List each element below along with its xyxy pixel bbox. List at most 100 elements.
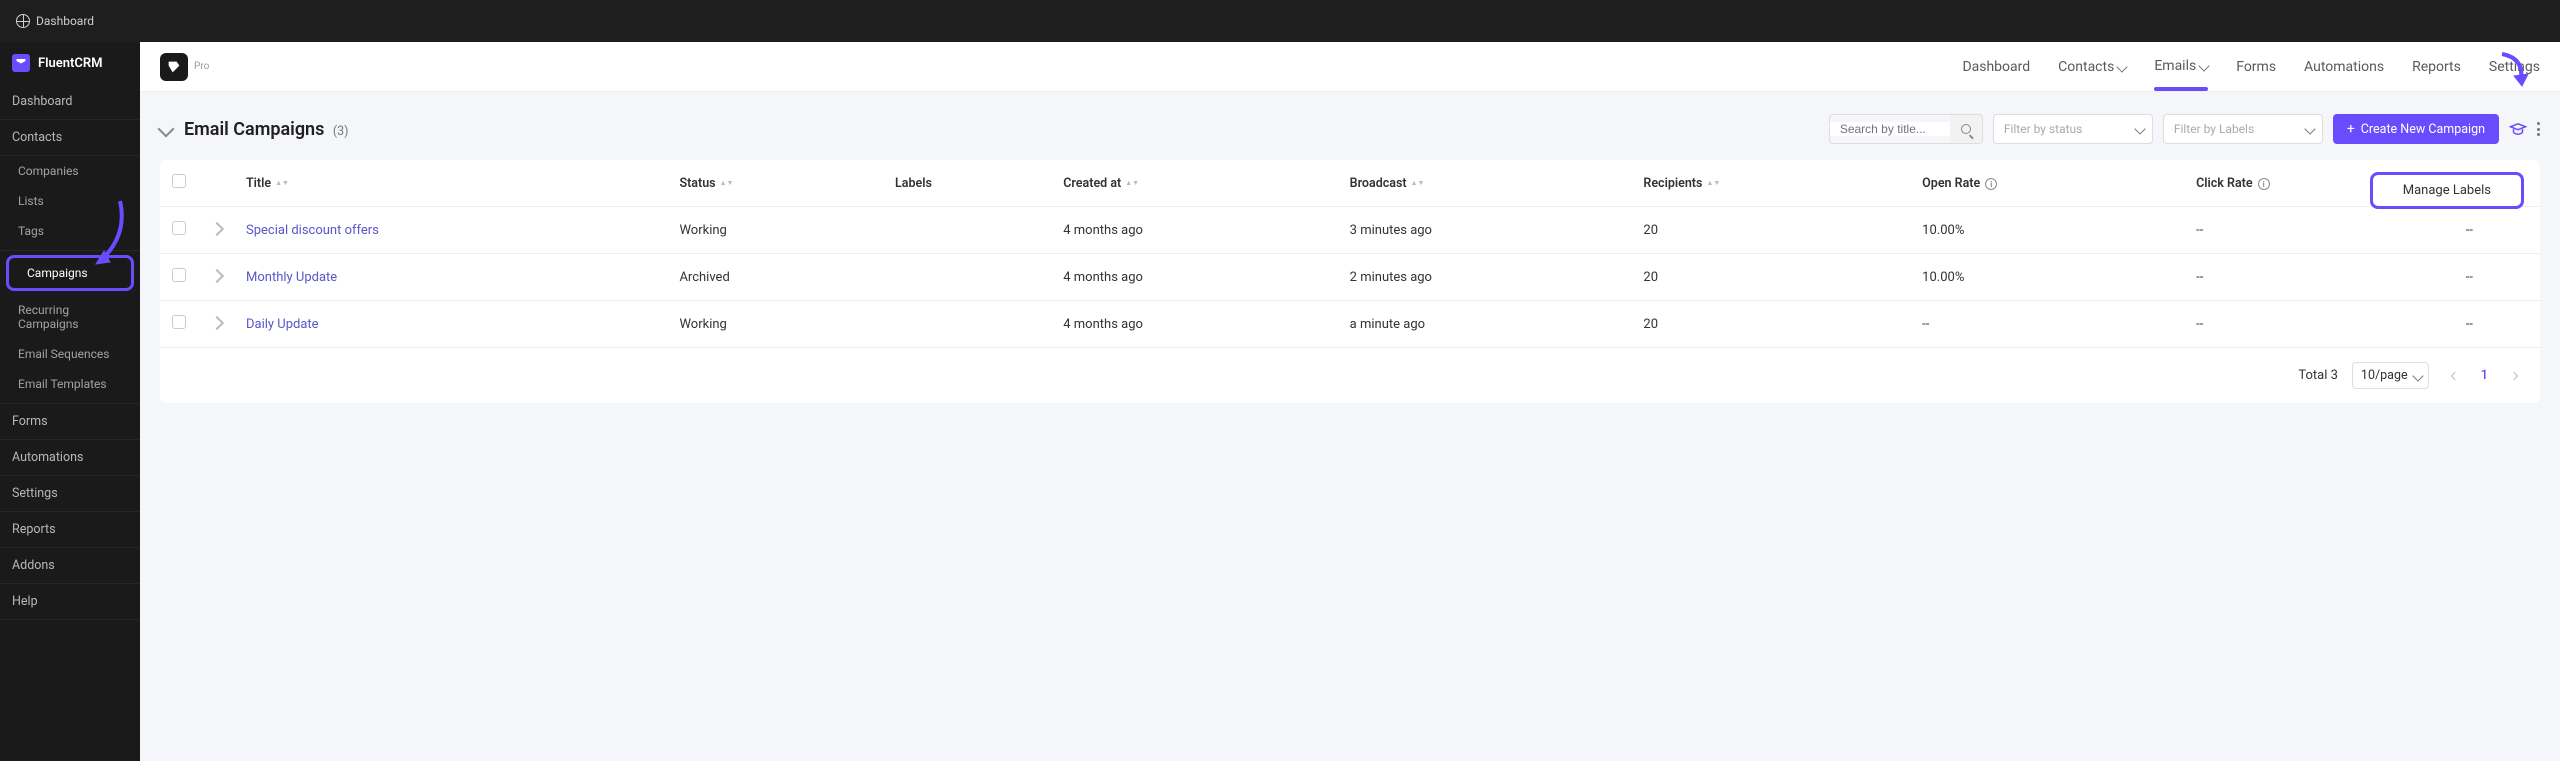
sort-icon: ▲▼ xyxy=(1125,181,1139,186)
nav-forms[interactable]: Forms xyxy=(2236,59,2276,75)
search-button[interactable] xyxy=(1950,115,1982,143)
campaign-title-link[interactable]: Special discount offers xyxy=(246,223,379,238)
globe-icon xyxy=(16,14,30,28)
cell-click: -- xyxy=(2184,207,2454,254)
sort-icon: ▲▼ xyxy=(275,181,289,186)
sidebar-companies[interactable]: Companies xyxy=(0,156,140,186)
total-label: Total 3 xyxy=(2298,368,2338,383)
sidebar-reports[interactable]: Reports xyxy=(0,512,140,548)
cell-status: Archived xyxy=(667,254,883,301)
table-row: Monthly UpdateArchived4 months ago2 minu… xyxy=(160,254,2540,301)
sidebar-settings[interactable]: Settings xyxy=(0,476,140,512)
sidebar-lists[interactable]: Lists xyxy=(0,186,140,216)
chevron-down-icon xyxy=(2304,123,2315,134)
app-logo-icon xyxy=(160,53,188,81)
expand-row-icon[interactable] xyxy=(210,221,224,235)
brand-icon xyxy=(12,54,30,72)
chevron-down-icon xyxy=(2412,370,2423,381)
col-created[interactable]: Created at▲▼ xyxy=(1051,160,1337,207)
search-box xyxy=(1829,114,1983,144)
sidebar-contacts[interactable]: Contacts xyxy=(0,120,140,156)
help-graduation-icon[interactable] xyxy=(2509,120,2527,138)
filter-labels-select[interactable]: Filter by Labels xyxy=(2163,114,2323,144)
plus-icon: + xyxy=(2347,122,2355,136)
page-size-select[interactable]: 10/page xyxy=(2352,362,2429,389)
topnav: Dashboard Contacts Emails Forms Automati… xyxy=(1962,58,2540,76)
pro-label: Pro xyxy=(194,61,209,72)
create-campaign-button[interactable]: + Create New Campaign xyxy=(2333,114,2499,144)
info-icon[interactable]: i xyxy=(1985,178,1997,190)
topbar-dashboard[interactable]: Dashboard xyxy=(16,14,94,28)
campaign-title-link[interactable]: Daily Update xyxy=(246,317,319,332)
page-count: (3) xyxy=(333,124,349,139)
sidebar-sequences[interactable]: Email Sequences xyxy=(0,339,140,369)
sidebar-dashboard[interactable]: Dashboard xyxy=(0,84,140,120)
prev-page-button[interactable] xyxy=(2443,364,2467,388)
campaign-title-link[interactable]: Monthly Update xyxy=(246,270,337,285)
cell-labels xyxy=(883,254,1051,301)
search-input[interactable] xyxy=(1830,122,1950,136)
row-checkbox[interactable] xyxy=(172,268,186,282)
cell-open: 10.00% xyxy=(1910,207,2184,254)
row-checkbox[interactable] xyxy=(172,315,186,329)
info-icon[interactable]: i xyxy=(2258,178,2270,190)
toolbar-right: Filter by status Filter by Labels + Crea… xyxy=(1829,114,2540,144)
chevron-down-icon xyxy=(2199,60,2210,71)
nav-contacts-label: Contacts xyxy=(2058,59,2114,75)
page-toolbar: Email Campaigns (3) Filter by status Fil… xyxy=(160,114,2540,144)
sidebar-campaigns[interactable]: Campaigns xyxy=(6,255,134,291)
sidebar-tags[interactable]: Tags xyxy=(0,216,140,246)
cell-broadcast: a minute ago xyxy=(1338,301,1632,348)
cell-labels xyxy=(883,301,1051,348)
campaigns-table-wrap: Manage Labels Title▲▼ Status▲▼ Labels Cr… xyxy=(160,160,2540,403)
cell-revenue: -- xyxy=(2454,207,2540,254)
nav-reports[interactable]: Reports xyxy=(2412,59,2461,75)
table-footer: Total 3 10/page 1 xyxy=(160,348,2540,403)
sort-icon: ▲▼ xyxy=(720,181,734,186)
sidebar-recurring[interactable]: Recurring Campaigns xyxy=(0,295,140,339)
cell-labels xyxy=(883,207,1051,254)
campaigns-table: Title▲▼ Status▲▼ Labels Created at▲▼ Bro… xyxy=(160,160,2540,348)
col-status[interactable]: Status▲▼ xyxy=(667,160,883,207)
sidebar-templates[interactable]: Email Templates xyxy=(0,369,140,399)
cell-created: 4 months ago xyxy=(1051,301,1337,348)
sidebar: FluentCRM Dashboard Contacts Companies L… xyxy=(0,42,140,761)
page-number[interactable]: 1 xyxy=(2481,368,2488,383)
col-recipients[interactable]: Recipients▲▼ xyxy=(1631,160,1910,207)
select-all-checkbox[interactable] xyxy=(172,174,186,188)
chevron-left-icon xyxy=(2450,371,2458,379)
nav-dashboard[interactable]: Dashboard xyxy=(1962,59,2030,75)
active-underline xyxy=(2154,87,2208,91)
sidebar-forms[interactable]: Forms xyxy=(0,404,140,440)
sidebar-addons[interactable]: Addons xyxy=(0,548,140,584)
kebab-menu-icon[interactable] xyxy=(2537,122,2540,136)
manage-labels-popover[interactable]: Manage Labels xyxy=(2370,172,2524,209)
nav-emails-label: Emails xyxy=(2154,58,2196,74)
nav-emails[interactable]: Emails xyxy=(2154,58,2208,76)
col-title[interactable]: Title▲▼ xyxy=(234,160,667,207)
col-broadcast[interactable]: Broadcast▲▼ xyxy=(1338,160,1632,207)
row-checkbox[interactable] xyxy=(172,221,186,235)
filter-labels-placeholder: Filter by Labels xyxy=(2174,122,2254,136)
nav-contacts[interactable]: Contacts xyxy=(2058,59,2126,75)
wp-admin-bar: Dashboard xyxy=(0,0,2560,42)
cell-click: -- xyxy=(2184,301,2454,348)
cell-revenue: -- xyxy=(2454,254,2540,301)
main: Pro Dashboard Contacts Emails Forms Auto… xyxy=(140,42,2560,425)
sidebar-automations[interactable]: Automations xyxy=(0,440,140,476)
expand-row-icon[interactable] xyxy=(210,268,224,282)
chevron-right-icon xyxy=(2510,371,2518,379)
brand[interactable]: FluentCRM xyxy=(0,42,140,84)
next-page-button[interactable] xyxy=(2502,364,2526,388)
expand-row-icon[interactable] xyxy=(210,315,224,329)
nav-automations[interactable]: Automations xyxy=(2304,59,2384,75)
filter-status-select[interactable]: Filter by status xyxy=(1993,114,2153,144)
collapse-icon[interactable] xyxy=(158,121,175,138)
chevron-down-icon xyxy=(2134,123,2145,134)
cell-click: -- xyxy=(2184,254,2454,301)
sidebar-help[interactable]: Help xyxy=(0,584,140,620)
cell-status: Working xyxy=(667,207,883,254)
page-title-text: Email Campaigns xyxy=(184,119,324,140)
cell-revenue: -- xyxy=(2454,301,2540,348)
nav-settings[interactable]: Settings xyxy=(2489,59,2540,75)
